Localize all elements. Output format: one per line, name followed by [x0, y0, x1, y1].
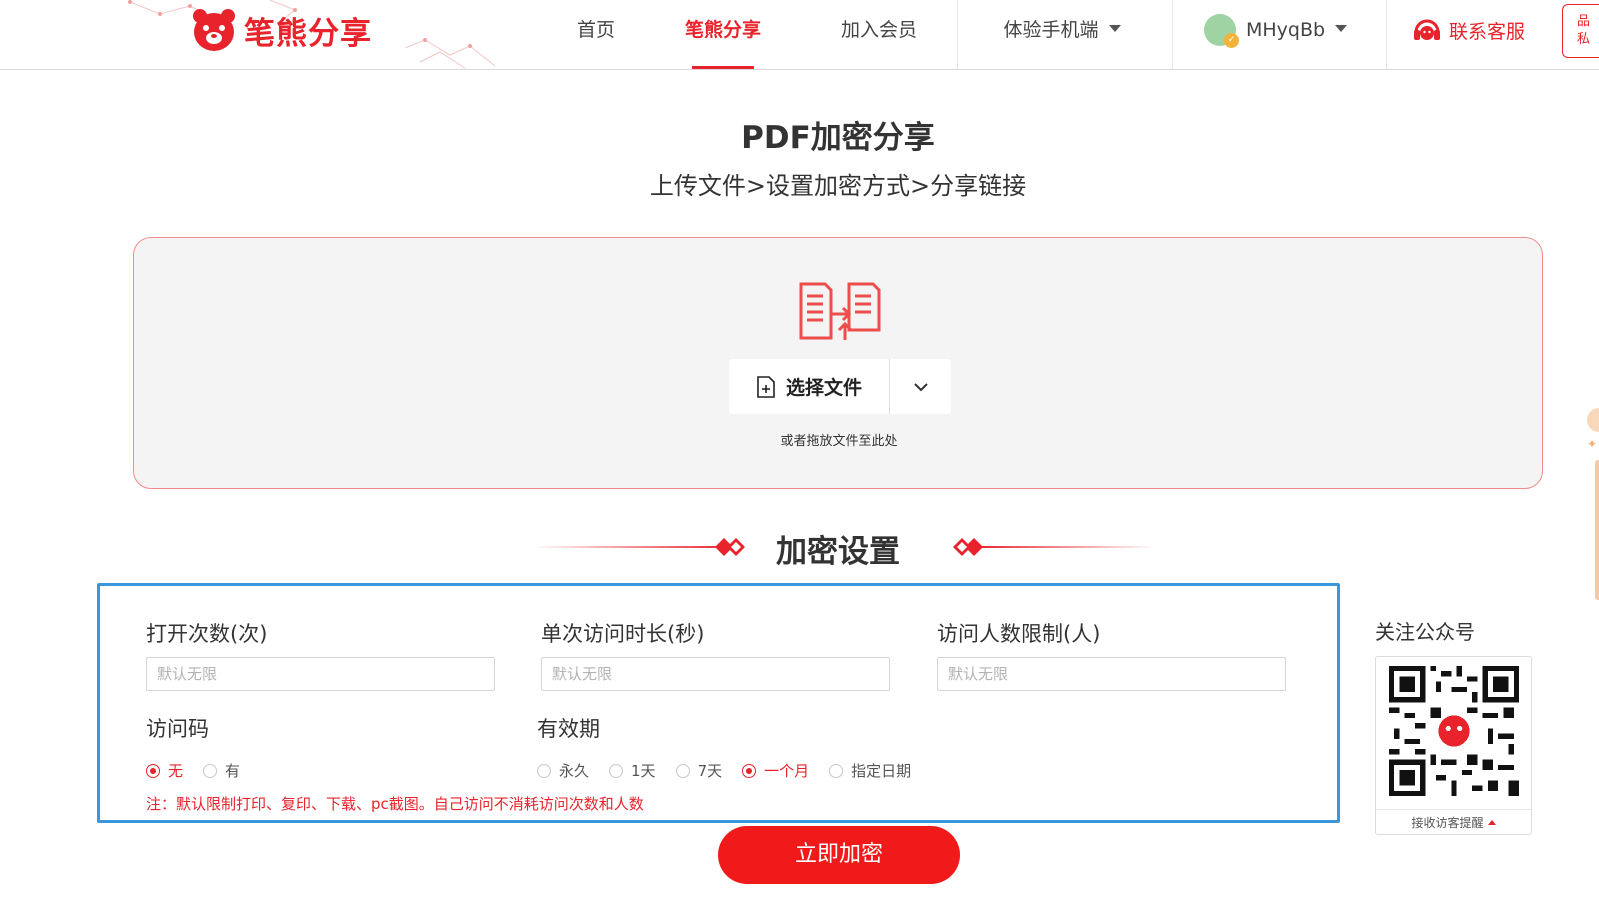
customer-service-label: 联系客服: [1449, 20, 1526, 43]
radio-label: 一个月: [764, 762, 810, 780]
visitor-limit-label: 访问人数限制(人): [937, 622, 1101, 646]
radio-dot: [675, 763, 690, 778]
duration-label: 单次访问时长(秒): [541, 622, 705, 646]
select-file-label: 选择文件: [785, 377, 862, 399]
duration-input[interactable]: [541, 657, 890, 691]
caret-down-icon: [1108, 25, 1121, 32]
settings-panel: 打开次数(次) 单次访问时长(秒) 访问人数限制(人) 访问码 无 有 有效期 …: [97, 583, 1340, 823]
select-file-button[interactable]: 选择文件: [729, 359, 889, 414]
radio-dot: [742, 763, 757, 778]
pdf-upload-icon: [799, 282, 881, 340]
customer-service-link[interactable]: 联系客服: [1411, 12, 1525, 48]
add-file-icon: [757, 375, 775, 398]
user-menu[interactable]: ✓ MHyqBb: [1204, 12, 1348, 48]
radio-label: 有: [225, 762, 241, 780]
access-code-yes-radio[interactable]: 有: [203, 760, 240, 781]
validity-custom-date-radio[interactable]: 指定日期: [829, 760, 911, 781]
bear-logo-icon: [193, 9, 235, 51]
radio-label: 7天: [697, 762, 723, 780]
wechat-qr-code: [1389, 666, 1519, 796]
validity-label: 有效期: [537, 717, 600, 741]
access-code-options: 无 有: [146, 760, 260, 781]
nav-join-membership[interactable]: 加入会员: [834, 0, 924, 69]
nav-mobile-dropdown[interactable]: 体验手机端: [998, 0, 1126, 69]
access-code-none-radio[interactable]: 无: [146, 760, 183, 781]
radio-label: 无: [168, 762, 184, 780]
username: MHyqBb: [1246, 19, 1326, 41]
top-navbar: 笔熊分享 首页 笔熊分享 加入会员 体验手机端 ✓ MHyqBb 联系客服 品 …: [0, 0, 1599, 70]
visitor-limit-input[interactable]: [937, 657, 1286, 691]
open-count-input[interactable]: [146, 657, 495, 691]
radio-dot: [829, 763, 844, 778]
radio-dot: [537, 763, 551, 778]
edge-mascot-decoration: ✦: [1587, 408, 1599, 600]
open-count-label: 打开次数(次): [146, 622, 268, 646]
validity-1month-radio[interactable]: 一个月: [742, 760, 809, 781]
nav-bixiong-share[interactable]: 笔熊分享: [678, 0, 768, 69]
svg-text:✦: ✦: [1587, 437, 1597, 451]
side-promo-tag[interactable]: 品 私: [1562, 4, 1599, 58]
caret-up-icon: [1487, 820, 1496, 825]
vip-badge-icon: ✓: [1224, 33, 1239, 48]
radio-label: 指定日期: [851, 762, 912, 780]
radio-label: 1天: [631, 762, 656, 780]
access-code-label: 访问码: [146, 717, 209, 741]
drag-drop-hint: 或者拖放文件至此处: [780, 434, 898, 449]
restriction-note: 注：默认限制打印、复印、下载、pc截图。自己访问不消耗访问次数和人数: [146, 795, 644, 813]
visitor-alert-toggle[interactable]: 接收访客提醒: [1376, 809, 1531, 835]
side-tag-line1: 品: [1577, 14, 1591, 29]
section-title: 加密设置: [776, 534, 900, 570]
caret-down-icon: [1335, 24, 1348, 32]
nav-home[interactable]: 首页: [566, 0, 626, 69]
heading-line-right: [976, 546, 1156, 548]
brand-name: 笔熊分享: [244, 15, 372, 52]
radio-label: 永久: [559, 762, 590, 780]
headset-icon: [1414, 19, 1440, 40]
page-title: PDF加密分享: [741, 120, 935, 156]
qr-title: 关注公众号: [1375, 620, 1475, 644]
page-subtitle: 上传文件>设置加密方式>分享链接: [649, 172, 1027, 200]
encrypt-now-button[interactable]: 立即加密: [718, 826, 960, 884]
validity-forever-radio[interactable]: 永久: [537, 760, 589, 781]
chevron-down-icon: [913, 382, 928, 391]
qr-card: 接收访客提醒: [1375, 656, 1532, 835]
avatar: ✓: [1204, 14, 1239, 48]
upload-dropzone[interactable]: 选择文件 或者拖放文件至此处: [133, 237, 1543, 489]
nav-mobile-label: 体验手机端: [1003, 19, 1099, 41]
site-logo[interactable]: 笔熊分享: [190, 6, 372, 54]
nav-divider: [1172, 0, 1173, 69]
validity-7days-radio[interactable]: 7天: [675, 760, 723, 781]
select-file-group: 选择文件: [729, 359, 951, 414]
radio-dot: [609, 763, 624, 778]
validity-1day-radio[interactable]: 1天: [609, 760, 656, 781]
validity-options: 永久 1天 7天 一个月 指定日期: [537, 760, 931, 781]
nav-divider: [1386, 0, 1387, 69]
visitor-alert-label: 接收访客提醒: [1411, 816, 1484, 830]
upload-source-dropdown[interactable]: [890, 359, 951, 414]
radio-dot: [146, 763, 160, 778]
nav-divider: [957, 0, 958, 69]
encryption-settings-heading: 加密设置: [520, 520, 1156, 574]
side-tag-line2: 私: [1577, 32, 1591, 47]
radio-dot: [203, 763, 218, 778]
